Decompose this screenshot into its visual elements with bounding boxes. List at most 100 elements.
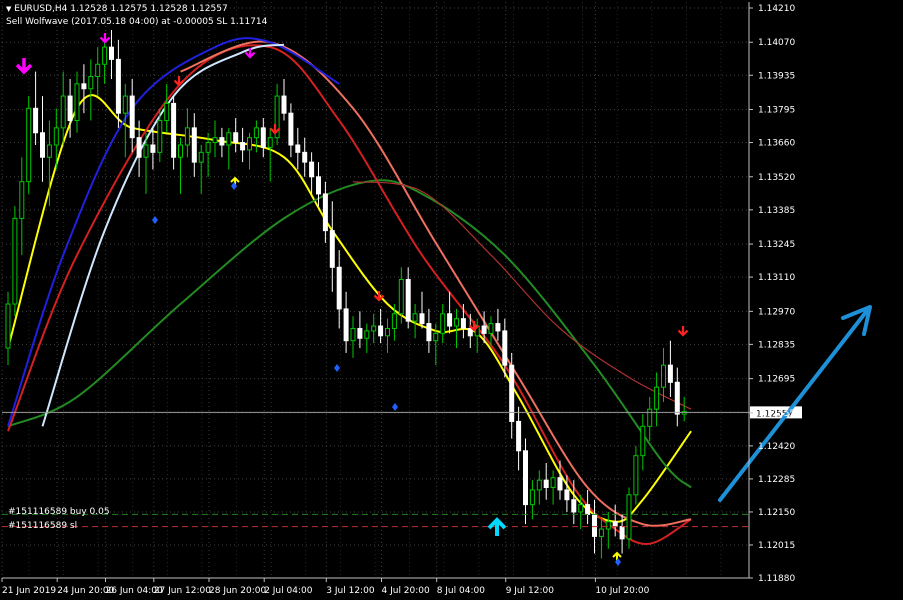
candle-body xyxy=(516,420,522,452)
candle-body xyxy=(184,127,190,146)
candle-body xyxy=(523,450,528,506)
candle-body xyxy=(536,479,542,491)
candle-body xyxy=(391,313,397,329)
candle-body xyxy=(502,330,508,366)
candle-body xyxy=(426,323,432,342)
price-chart-svg[interactable]: 1.12557 1.142101.140701.139351.137951.13… xyxy=(0,0,903,600)
x-tick-label: 21 Jun 2019 xyxy=(2,586,56,596)
candle-body xyxy=(640,425,646,457)
y-tick-label: 1.12015 xyxy=(758,541,795,551)
x-tick-label: 27 Jun 12:00 xyxy=(154,586,211,596)
candle-body xyxy=(550,477,556,488)
candle-body xyxy=(33,107,39,134)
stop-loss-label[interactable]: #151116589 sl xyxy=(8,521,77,531)
y-tick-label: 1.13660 xyxy=(758,139,795,149)
candle-body xyxy=(598,528,604,537)
candle-body xyxy=(578,504,584,513)
y-tick-label: 1.12695 xyxy=(758,375,795,385)
candle-body xyxy=(605,521,611,530)
y-tick-label: 1.12555 xyxy=(758,409,795,419)
candle-body xyxy=(488,323,494,334)
candle-body xyxy=(322,193,328,232)
candle-body xyxy=(157,120,163,153)
candle-body xyxy=(419,313,425,325)
y-tick-label: 1.14210 xyxy=(758,4,795,14)
y-tick-label: 1.12150 xyxy=(758,508,795,518)
candle-body xyxy=(626,494,632,540)
candle-body xyxy=(198,151,204,163)
candle-body xyxy=(40,132,45,158)
candle-body xyxy=(129,95,135,139)
y-tick-label: 1.11880 xyxy=(758,574,795,584)
candle-body xyxy=(350,327,356,342)
dropdown-triangle-icon[interactable]: ▼ xyxy=(6,5,11,13)
candle-body xyxy=(219,137,225,146)
candle-body xyxy=(398,279,404,315)
candle-body xyxy=(226,132,232,146)
candle-body xyxy=(371,325,377,332)
candle-body xyxy=(205,142,211,153)
candle-body xyxy=(26,107,32,183)
candle-body xyxy=(529,489,535,506)
candle-body xyxy=(405,279,411,322)
candle-body xyxy=(88,75,94,90)
candle-body xyxy=(74,83,80,122)
candle-body xyxy=(115,58,121,114)
candle-body xyxy=(329,230,335,268)
y-tick-label: 1.13385 xyxy=(758,206,795,216)
candle-body xyxy=(557,477,563,491)
y-tick-label: 1.12420 xyxy=(758,442,795,452)
y-tick-label: 1.13795 xyxy=(758,106,795,116)
symbol-line: EURUSD,H4 1.12528 1.12575 1.12528 1.1255… xyxy=(14,4,228,14)
candle-body xyxy=(674,381,680,415)
x-tick-label: 3 Jul 12:00 xyxy=(326,586,375,596)
candle-body xyxy=(316,176,321,195)
candle-body xyxy=(571,499,577,513)
candle-body xyxy=(495,323,501,332)
candle-body xyxy=(81,83,87,90)
candle-body xyxy=(440,313,446,334)
x-tick-label: 4 Jul 20:00 xyxy=(382,586,431,596)
symbol-header: ▼ EURUSD,H4 1.12528 1.12575 1.12528 1.12… xyxy=(6,4,228,14)
y-tick-label: 1.14070 xyxy=(758,38,795,48)
candle-body xyxy=(109,46,114,60)
candle-body xyxy=(102,46,108,65)
candle-body xyxy=(191,127,197,163)
buy-order-label[interactable]: #151116589 buy 0.05 xyxy=(8,507,110,517)
y-tick-label: 1.13245 xyxy=(758,240,795,250)
candle-body xyxy=(46,144,52,158)
candle-body xyxy=(564,489,570,501)
candle-body xyxy=(136,137,142,158)
candle-body xyxy=(592,513,597,537)
candle-body xyxy=(633,455,639,496)
x-tick-label: 28 Jun 20:00 xyxy=(209,586,266,596)
candle-body xyxy=(357,327,363,339)
x-tick-label: 8 Jul 04:00 xyxy=(437,586,486,596)
candle-body xyxy=(178,144,183,158)
candle-body xyxy=(233,132,239,144)
candle-body xyxy=(5,303,11,349)
candle-body xyxy=(667,364,673,383)
candle-body xyxy=(460,318,466,329)
candle-body xyxy=(12,217,18,305)
y-tick-label: 1.12970 xyxy=(758,307,795,317)
candle-body xyxy=(171,102,177,158)
trading-chart[interactable]: 1.12557 1.14210 1.14070 1.13935 1.13795 1.13… xyxy=(0,0,903,600)
candle-body xyxy=(433,332,439,342)
candle-body xyxy=(612,521,618,528)
candle-body xyxy=(122,95,128,114)
candle-body xyxy=(309,161,315,178)
candle-body xyxy=(661,364,666,388)
x-tick-label: 2 Jul 04:00 xyxy=(264,586,313,596)
y-tick-label: 1.12835 xyxy=(758,340,795,350)
candle-body xyxy=(509,364,515,422)
candle-body xyxy=(164,102,170,122)
candle-body xyxy=(543,479,549,488)
x-tick-label: 10 Jul 20:00 xyxy=(595,586,649,596)
candle-body xyxy=(53,127,59,146)
candle-body xyxy=(19,181,25,219)
y-tick-label: 1.12285 xyxy=(758,475,795,485)
candle-body xyxy=(260,127,266,148)
candle-body xyxy=(240,142,246,151)
candle-body xyxy=(412,313,418,322)
